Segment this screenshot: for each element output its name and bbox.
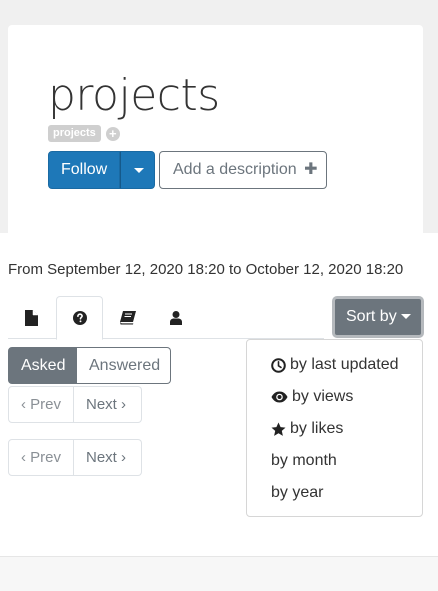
user-icon [169,310,182,325]
pagination: ‹ Prev Next › [8,386,142,423]
eye-icon [271,391,288,403]
page-title: projects [48,70,220,121]
question-circle-icon [72,311,87,325]
next-page-button[interactable]: Next › [74,386,142,423]
sort-option-label: by likes [290,420,344,437]
date-range-text: From September 12, 2020 18:20 to October… [8,261,404,278]
sort-option-label: by views [292,388,354,405]
tab-people[interactable] [152,296,199,339]
caret-down-icon [134,168,144,173]
sort-option-last-updated[interactable]: by last updated [271,353,399,377]
tab-documents[interactable] [8,296,55,339]
sort-option-month[interactable]: by month [271,449,337,473]
book-icon [119,310,136,324]
clock-icon [271,357,286,373]
tab-questions[interactable] [56,296,103,340]
tag-badge[interactable]: projects [48,125,101,142]
sort-dropdown-menu: by last updated by views by likes by mon… [246,339,423,517]
follow-button-group: Follow [48,151,155,189]
asked-answered-toggle: Asked Answered [8,347,171,384]
follow-dropdown-toggle[interactable] [120,151,155,189]
caret-down-icon [400,314,411,320]
sort-option-views[interactable]: by views [271,385,353,409]
tag-row: projects + [48,125,120,142]
add-tag-icon[interactable]: + [105,126,120,141]
pagination: ‹ Prev Next › [8,439,142,476]
prev-page-button[interactable]: ‹ Prev [8,439,74,476]
document-icon [25,309,38,326]
content-tabs [8,296,324,340]
follow-button[interactable]: Follow [48,151,120,189]
plus-icon: ✚ [304,161,318,178]
next-page-button[interactable]: Next › [74,439,142,476]
add-description-button[interactable]: Add a description ✚ [159,151,327,189]
prev-page-button[interactable]: ‹ Prev [8,386,74,423]
tab-articles[interactable] [104,296,151,339]
sort-option-likes[interactable]: by likes [271,417,343,441]
star-icon [271,422,286,436]
sort-option-year[interactable]: by year [271,481,323,505]
sort-option-label: by last updated [290,356,399,373]
answered-button[interactable]: Answered [77,347,171,384]
asked-button[interactable]: Asked [8,347,77,384]
sort-by-label: Sort by [346,308,397,325]
sort-by-button[interactable]: Sort by [332,296,424,338]
add-description-label: Add a description [173,161,297,178]
sort-option-label: by year [271,484,324,501]
sort-option-label: by month [271,452,337,469]
